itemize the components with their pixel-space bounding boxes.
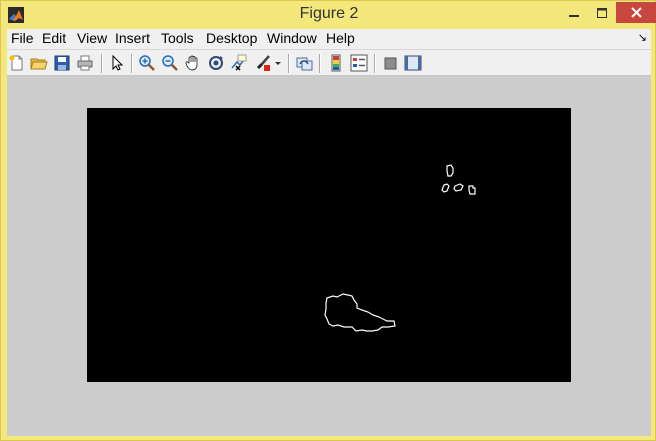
toolbar-separator bbox=[374, 54, 376, 73]
insert-legend-icon[interactable] bbox=[350, 54, 368, 72]
pan-hand-icon[interactable] bbox=[184, 54, 202, 72]
window-title: Figure 2 bbox=[299, 5, 359, 22]
open-file-icon[interactable] bbox=[30, 54, 48, 72]
figure-window: Figure 2 File Edit View Insert Tools Des… bbox=[0, 0, 656, 441]
figure-toolbar bbox=[7, 49, 651, 76]
dock-arrow-icon[interactable]: ↘ bbox=[638, 31, 647, 44]
save-figure-icon[interactable] bbox=[53, 54, 71, 72]
maximize-icon bbox=[597, 7, 607, 18]
menu-view[interactable]: View bbox=[77, 30, 107, 46]
close-icon bbox=[630, 7, 642, 18]
toolbar-separator bbox=[131, 54, 133, 73]
maximize-button[interactable] bbox=[589, 2, 615, 23]
insert-colorbar-icon[interactable] bbox=[327, 54, 345, 72]
toolbar-separator bbox=[101, 54, 103, 73]
brush-dropdown-icon[interactable] bbox=[273, 54, 283, 72]
small-contour bbox=[446, 164, 454, 177]
menu-desktop[interactable]: Desktop bbox=[206, 30, 257, 46]
data-cursor-icon[interactable] bbox=[230, 54, 248, 72]
hide-plot-tools-icon[interactable] bbox=[382, 54, 400, 72]
small-contour bbox=[441, 183, 450, 193]
small-contour bbox=[468, 185, 476, 195]
image-axes[interactable] bbox=[87, 108, 571, 382]
small-contour bbox=[453, 183, 464, 192]
link-plot-icon[interactable] bbox=[296, 54, 314, 72]
edge-image bbox=[324, 164, 476, 332]
menu-file[interactable]: File bbox=[11, 30, 34, 46]
brush-icon[interactable] bbox=[254, 54, 272, 72]
zoom-out-icon[interactable] bbox=[161, 54, 179, 72]
show-plot-tools-icon[interactable] bbox=[404, 54, 422, 72]
edit-plot-arrow-icon[interactable] bbox=[108, 54, 126, 72]
menu-tools[interactable]: Tools bbox=[161, 30, 194, 46]
close-button[interactable] bbox=[616, 2, 656, 23]
rotate-3d-icon[interactable] bbox=[207, 54, 225, 72]
title-bar[interactable]: Figure 2 bbox=[1, 1, 656, 29]
menu-edit[interactable]: Edit bbox=[42, 30, 66, 46]
minimize-button[interactable] bbox=[561, 2, 587, 23]
print-figure-icon[interactable] bbox=[76, 54, 94, 72]
menu-bar: File Edit View Insert Tools Desktop Wind… bbox=[7, 29, 651, 49]
toolbar-separator bbox=[288, 54, 290, 73]
new-figure-icon[interactable] bbox=[8, 54, 26, 72]
menu-help[interactable]: Help bbox=[326, 30, 355, 46]
minimize-icon bbox=[569, 14, 579, 17]
zoom-in-icon[interactable] bbox=[138, 54, 156, 72]
large-contour bbox=[324, 293, 396, 332]
figure-canvas bbox=[7, 76, 651, 436]
toolbar-separator bbox=[319, 54, 321, 73]
menu-insert[interactable]: Insert bbox=[115, 30, 150, 46]
menu-window[interactable]: Window bbox=[267, 30, 317, 46]
